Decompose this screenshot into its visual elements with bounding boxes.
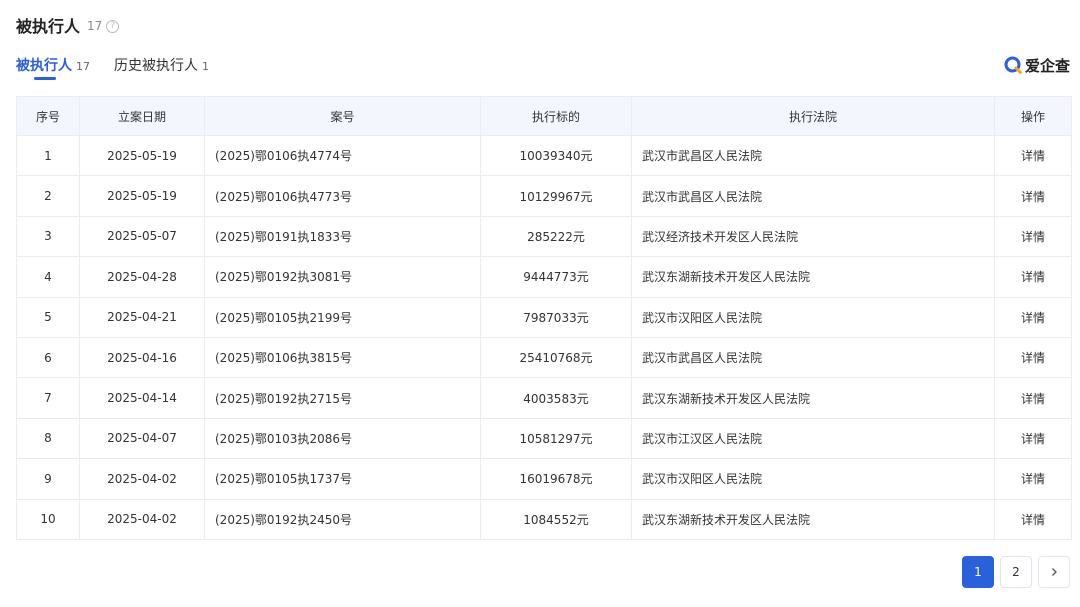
cell-amount: 285222元 — [480, 215, 632, 258]
cell-date: 2025-04-28 — [79, 256, 205, 298]
section-count: 17 — [87, 19, 103, 33]
cell-date: 2025-04-16 — [79, 336, 205, 379]
tab-bar: 被执行人 17 历史被执行人 1 — [16, 52, 233, 82]
detail-link[interactable]: 详情 — [994, 296, 1072, 338]
tab-count: 1 — [202, 60, 209, 73]
cell-amount: 10039340元 — [480, 134, 632, 177]
cell-index: 4 — [16, 256, 80, 298]
header-action: 操作 — [994, 96, 1072, 136]
detail-link[interactable]: 详情 — [994, 417, 1072, 460]
cell-index: 9 — [16, 458, 80, 500]
section-title: 被执行人 — [16, 17, 81, 36]
tab-executed-person[interactable]: 被执行人 17 — [16, 52, 90, 80]
tab-label: 被执行人 — [16, 58, 72, 74]
cell-case-no: (2025)鄂0192执2715号 — [204, 377, 481, 419]
header-court: 执行法院 — [631, 96, 995, 136]
table-row: 5 2025-04-21 (2025)鄂0105执2199号 7987033元 武汉市汉… — [16, 296, 1072, 338]
cell-date: 2025-05-19 — [79, 134, 205, 177]
cell-court: 武汉市武昌区人民法院 — [631, 134, 995, 177]
cell-court: 武汉经济技术开发区人民法院 — [631, 215, 995, 258]
cell-date: 2025-04-07 — [79, 417, 205, 460]
cell-case-no: (2025)鄂0106执4774号 — [204, 134, 481, 177]
cell-court: 武汉东湖新技术开发区人民法院 — [631, 377, 995, 419]
cell-index: 3 — [16, 215, 80, 258]
chevron-right-icon — [1052, 568, 1057, 576]
table-row: 6 2025-04-16 (2025)鄂0106执3815号 25410768元 武汉市… — [16, 336, 1072, 379]
brand-name: 爱企查 — [1024, 56, 1070, 75]
cell-case-no: (2025)鄂0192执3081号 — [204, 256, 481, 298]
cell-amount: 16019678元 — [480, 458, 632, 500]
cell-amount: 10129967元 — [480, 175, 632, 217]
detail-link[interactable]: 详情 — [994, 215, 1072, 258]
cell-date: 2025-04-14 — [79, 377, 205, 419]
detail-link[interactable]: 详情 — [994, 336, 1072, 379]
question-circle-icon[interactable]: ? — [106, 19, 120, 33]
cell-index: 8 — [16, 417, 80, 460]
cell-case-no: (2025)鄂0191执1833号 — [204, 215, 481, 258]
cell-court: 武汉市汉阳区人民法院 — [631, 296, 995, 338]
cell-index: 6 — [16, 336, 80, 379]
header-date: 立案日期 — [79, 96, 205, 136]
next-page-button[interactable] — [1038, 556, 1070, 588]
table-row: 7 2025-04-14 (2025)鄂0192执2715号 4003583元 武汉东湖… — [16, 377, 1072, 419]
detail-link[interactable]: 详情 — [994, 498, 1072, 540]
cell-case-no: (2025)鄂0106执4773号 — [204, 175, 481, 217]
cell-amount: 10581297元 — [480, 417, 632, 460]
tab-history-executed-person[interactable]: 历史被执行人 1 — [114, 52, 209, 80]
section-header: 被执行人 17 ? — [16, 14, 120, 36]
cell-amount: 9444773元 — [480, 256, 632, 298]
cell-case-no: (2025)鄂0103执2086号 — [204, 417, 481, 460]
cell-amount: 1084552元 — [480, 498, 632, 540]
cell-amount: 25410768元 — [480, 336, 632, 379]
detail-link[interactable]: 详情 — [994, 377, 1072, 419]
table-row: 3 2025-05-07 (2025)鄂0191执1833号 285222元 武汉经济技… — [16, 215, 1072, 258]
aiqicha-logo-icon — [1004, 56, 1022, 74]
table-body: 1 2025-05-19 (2025)鄂0106执4774号 10039340元 武汉市… — [16, 134, 1072, 540]
page-button-2[interactable]: 2 — [1000, 556, 1032, 588]
detail-link[interactable]: 详情 — [994, 256, 1072, 298]
cell-amount: 4003583元 — [480, 377, 632, 419]
cell-date: 2025-04-02 — [79, 498, 205, 540]
table-row: 4 2025-04-28 (2025)鄂0192执3081号 9444773元 武汉东湖… — [16, 256, 1072, 298]
table-row: 2 2025-05-19 (2025)鄂0106执4773号 10129967元 武汉市… — [16, 175, 1072, 217]
executed-person-table: 序号 立案日期 案号 执行标的 执行法院 操作 1 2025-05-19 (2025… — [16, 96, 1072, 540]
cell-case-no: (2025)鄂0105执2199号 — [204, 296, 481, 338]
table-row: 9 2025-04-02 (2025)鄂0105执1737号 16019678元 武汉市… — [16, 458, 1072, 500]
cell-case-no: (2025)鄂0105执1737号 — [204, 458, 481, 500]
tab-label: 历史被执行人 — [114, 58, 198, 74]
cell-index: 2 — [16, 175, 80, 217]
detail-link[interactable]: 详情 — [994, 458, 1072, 500]
cell-index: 10 — [16, 498, 80, 540]
cell-amount: 7987033元 — [480, 296, 632, 338]
cell-index: 7 — [16, 377, 80, 419]
cell-case-no: (2025)鄂0192执2450号 — [204, 498, 481, 540]
cell-case-no: (2025)鄂0106执3815号 — [204, 336, 481, 379]
header-index: 序号 — [16, 96, 80, 136]
cell-index: 1 — [16, 134, 80, 177]
cell-court: 武汉市江汉区人民法院 — [631, 417, 995, 460]
tab-count: 17 — [76, 60, 90, 73]
table-row: 1 2025-05-19 (2025)鄂0106执4774号 10039340元 武汉市… — [16, 134, 1072, 177]
cell-date: 2025-05-19 — [79, 175, 205, 217]
detail-link[interactable]: 详情 — [994, 175, 1072, 217]
header-amount: 执行标的 — [480, 96, 632, 136]
cell-date: 2025-04-02 — [79, 458, 205, 500]
cell-index: 5 — [16, 296, 80, 338]
cell-court: 武汉东湖新技术开发区人民法院 — [631, 256, 995, 298]
cell-date: 2025-04-21 — [79, 296, 205, 338]
brand-logo: 爱企查 — [1004, 54, 1070, 76]
cell-court: 武汉市汉阳区人民法院 — [631, 458, 995, 500]
header-case-no: 案号 — [204, 96, 481, 136]
detail-link[interactable]: 详情 — [994, 134, 1072, 177]
cell-court: 武汉市武昌区人民法院 — [631, 175, 995, 217]
cell-date: 2025-05-07 — [79, 215, 205, 258]
table-row: 10 2025-04-02 (2025)鄂0192执2450号 1084552元 武汉东… — [16, 498, 1072, 540]
pagination: 1 2 — [956, 556, 1070, 588]
page-button-1[interactable]: 1 — [962, 556, 994, 588]
cell-court: 武汉东湖新技术开发区人民法院 — [631, 498, 995, 540]
table-header-row: 序号 立案日期 案号 执行标的 执行法院 操作 — [16, 96, 1072, 136]
cell-court: 武汉市武昌区人民法院 — [631, 336, 995, 379]
table-row: 8 2025-04-07 (2025)鄂0103执2086号 10581297元 武汉市… — [16, 417, 1072, 460]
